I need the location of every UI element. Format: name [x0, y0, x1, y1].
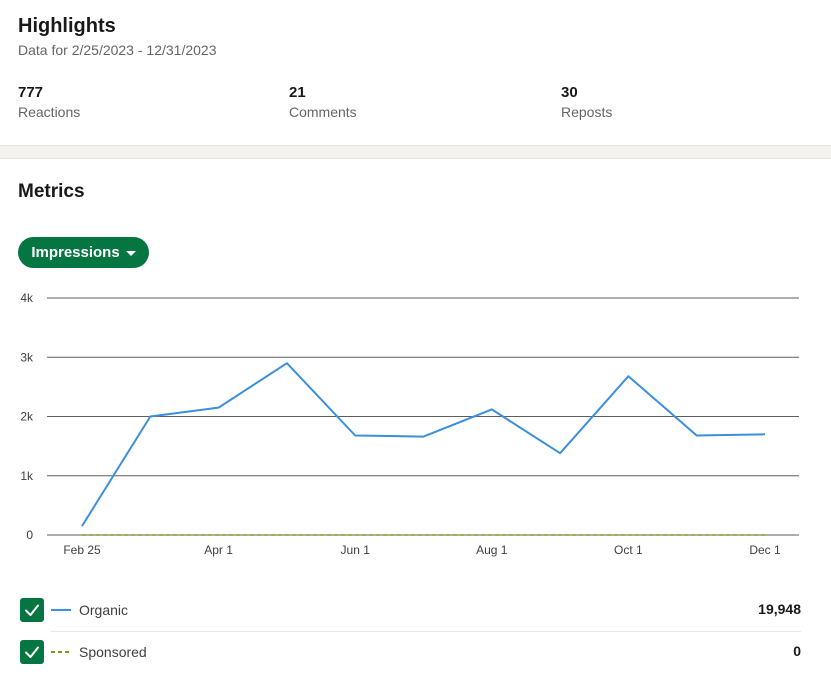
legend-row-sponsored: Sponsored 0 [20, 639, 801, 665]
x-tick-label: Jun 1 [341, 543, 371, 557]
stat-value: 30 [561, 84, 578, 101]
stat-reposts: 30 Reposts [561, 84, 612, 121]
legend-total: 19,948 [758, 601, 801, 617]
checkmark-icon [25, 604, 39, 616]
legend-label: Sponsored [79, 644, 147, 660]
date-range: Data for 2/25/2023 - 12/31/2023 [18, 42, 217, 58]
x-tick-label: Apr 1 [204, 543, 233, 557]
x-tick-label: Aug 1 [476, 543, 508, 557]
impressions-chart: 0 1k 2k 3k 4k Feb 25 Apr 1 Jun 1 Aug 1 Oct 1 Dec 1 [20, 291, 799, 557]
stat-value: 21 [289, 84, 306, 101]
legend-label: Organic [79, 602, 129, 618]
section-divider [0, 145, 831, 159]
caret-down-icon [125, 250, 136, 256]
stat-label: Reposts [561, 104, 613, 120]
sponsored-checkbox[interactable] [20, 640, 44, 664]
sponsored-line-swatch [51, 651, 71, 653]
y-tick-label: 1k [20, 469, 34, 483]
stat-label: Comments [289, 104, 357, 120]
organic-checkbox[interactable] [20, 598, 44, 622]
legend-divider [50, 631, 801, 632]
x-tick-label: Feb 25 [63, 543, 101, 557]
checkmark-icon [25, 646, 39, 658]
series-line-organic [81, 362, 766, 527]
stat-reactions: 777 Reactions [18, 84, 80, 121]
y-tick-label: 4k [20, 291, 34, 305]
metrics-title: Metrics [18, 181, 85, 202]
metric-dropdown-label: Impressions [31, 244, 120, 261]
highlights-title: Highlights [18, 15, 116, 37]
metric-dropdown[interactable]: Impressions [18, 237, 149, 268]
stat-comments: 21 Comments [289, 84, 357, 121]
highlights-section: Highlights Data for 2/25/2023 - 12/31/20… [0, 0, 831, 145]
x-tick-label: Dec 1 [749, 543, 781, 557]
stat-value: 777 [18, 84, 44, 101]
legend-row-organic: Organic 19,948 [20, 597, 801, 623]
y-tick-label: 2k [20, 410, 34, 424]
x-tick-label: Oct 1 [614, 543, 643, 557]
organic-line-swatch [51, 609, 71, 611]
stat-label: Reactions [18, 104, 81, 120]
y-tick-label: 3k [20, 350, 34, 364]
legend-total: 0 [793, 643, 801, 659]
y-tick-label: 0 [26, 528, 33, 542]
